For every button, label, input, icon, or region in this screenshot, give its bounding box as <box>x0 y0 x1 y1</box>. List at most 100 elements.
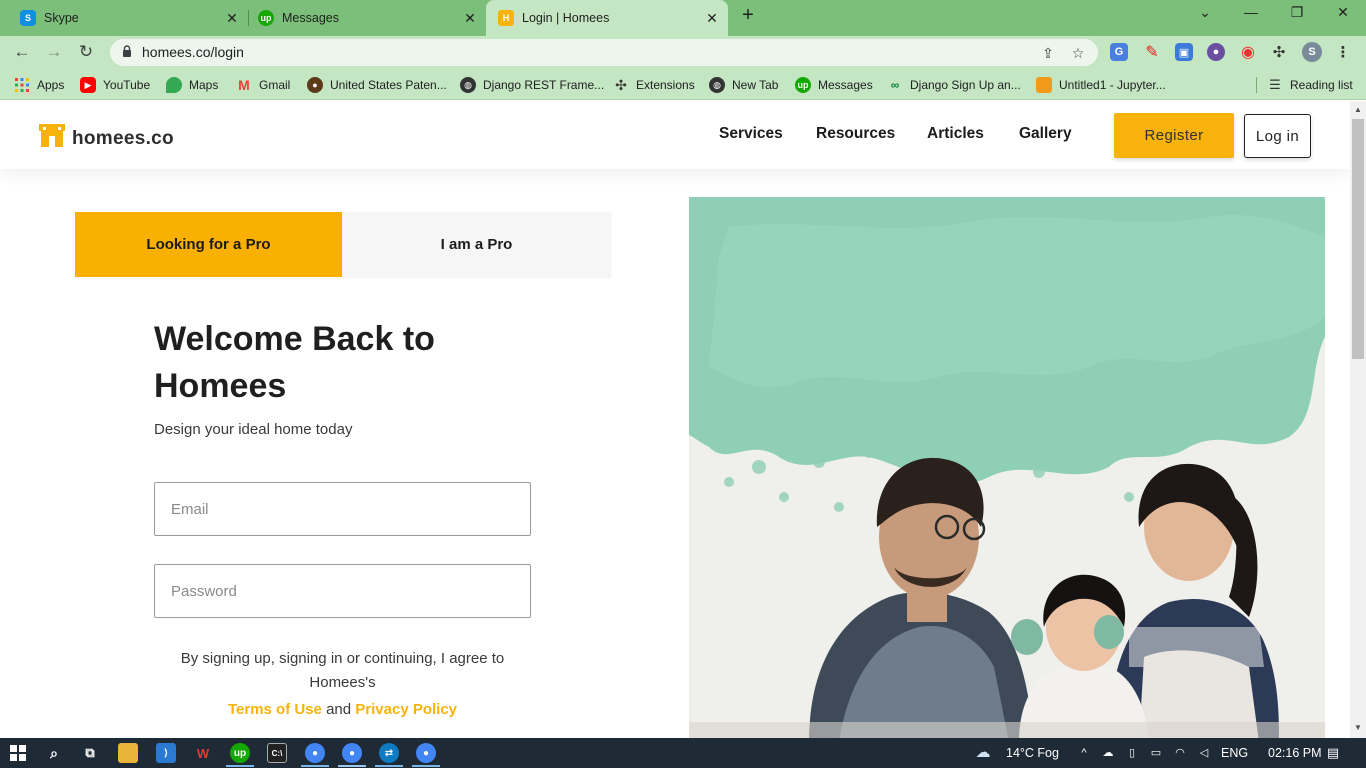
tab-search-icon[interactable]: ⌄ <box>1190 4 1220 28</box>
tab-skype[interactable]: S Skype ✕ <box>0 0 248 36</box>
battery-icon[interactable]: ▭ <box>1148 745 1164 761</box>
reading-list-button[interactable]: ☰ Reading list <box>1267 75 1353 95</box>
bookmark-label: Untitled1 - Jupyter... <box>1059 78 1166 92</box>
device-icon[interactable]: ▯ <box>1124 745 1140 761</box>
nav-articles[interactable]: Articles <box>927 125 984 143</box>
windows-start-icon[interactable] <box>8 743 28 763</box>
register-button[interactable]: Register <box>1114 113 1234 158</box>
lock-icon <box>123 45 131 57</box>
close-window-button[interactable]: ✕ <box>1328 4 1358 28</box>
and-text: and <box>326 701 352 718</box>
wps-icon[interactable]: W <box>193 743 213 763</box>
screen-extension-icon[interactable]: ▣ <box>1175 43 1193 61</box>
file-explorer-icon[interactable] <box>118 743 138 763</box>
chrome-icon[interactable]: ● <box>416 743 436 763</box>
password-field[interactable] <box>154 564 531 618</box>
terminal-icon[interactable]: C:\ <box>267 743 287 763</box>
globe-icon: ◍ <box>709 77 725 93</box>
weather-cloud-icon[interactable]: ☁ <box>975 745 991 761</box>
homees-icon: H <box>498 10 514 26</box>
chevron-up-icon[interactable]: ^ <box>1076 745 1092 761</box>
chrome-icon[interactable]: ● <box>342 743 362 763</box>
page-scrollbar[interactable]: ▲ ▼ <box>1350 101 1366 738</box>
bookmark-star-icon[interactable]: ☆ <box>1068 43 1088 63</box>
restore-button[interactable]: ❐ <box>1282 4 1312 28</box>
bookmark-apps[interactable]: Apps <box>14 75 64 95</box>
bookmarks-bar: Apps ▶ YouTube Maps M Gmail ● United Sta… <box>0 69 1366 100</box>
profile-extension-icon[interactable]: ● <box>1207 43 1225 61</box>
bookmark-label: Extensions <box>636 78 695 92</box>
legal-links: Terms of Use and Privacy Policy <box>154 701 531 718</box>
homees-logo[interactable]: homees.co <box>38 121 174 151</box>
onedrive-icon[interactable]: ☁ <box>1100 745 1116 761</box>
chrome-icon[interactable]: ● <box>305 743 325 763</box>
clock[interactable]: 02:16 PM <box>1268 746 1322 760</box>
email-field[interactable] <box>154 482 531 536</box>
profile-avatar[interactable]: S <box>1302 42 1322 62</box>
address-bar[interactable]: homees.co/login ⇪ ☆ <box>110 39 1098 66</box>
close-tab-icon[interactable]: ✕ <box>702 10 722 27</box>
skype-icon: S <box>20 10 36 26</box>
bookmark-label: Django Sign Up an... <box>910 78 1021 92</box>
tab-i-am-a-pro[interactable]: I am a Pro <box>342 212 611 277</box>
new-tab-button[interactable]: + <box>736 4 760 30</box>
extensions-puzzle-icon[interactable]: ✣ <box>1270 43 1288 61</box>
tab-title: Login | Homees <box>522 11 610 25</box>
tab-title: Skype <box>44 11 79 25</box>
bookmark-youtube[interactable]: ▶ YouTube <box>80 75 150 95</box>
bookmark-label: Messages <box>818 78 873 92</box>
minimize-button[interactable]: — <box>1236 4 1266 28</box>
bookmark-label: Gmail <box>259 78 291 92</box>
bookmark-label: Maps <box>189 78 219 92</box>
pen-extension-icon[interactable]: ✎ <box>1143 43 1161 61</box>
bookmark-gmail[interactable]: M Gmail <box>236 75 290 95</box>
bookmark-maps[interactable]: Maps <box>166 75 218 95</box>
login-button[interactable]: Log in <box>1244 114 1311 158</box>
translate-extension-icon[interactable]: G <box>1110 43 1128 61</box>
volume-icon[interactable]: ◁ <box>1196 745 1212 761</box>
bookmark-django-rest[interactable]: ◍ Django REST Frame... <box>460 75 604 95</box>
reload-button[interactable]: ↻ <box>74 40 98 64</box>
tab-messages[interactable]: up Messages ✕ <box>238 0 486 36</box>
vscode-icon[interactable]: ⟩ <box>156 743 176 763</box>
windows-taskbar: ⌕ ⧉ ⟩ W up C:\ ● ● ⇄ ● ☁ 14°C Fog ^ ☁ ▯ … <box>0 738 1366 768</box>
weather-text[interactable]: 14°C Fog <box>1006 746 1059 760</box>
tab-looking-for-a-pro[interactable]: Looking for a Pro <box>75 212 342 277</box>
browser-tab-strip: S Skype ✕ up Messages ✕ H Login | Homees… <box>0 0 1366 36</box>
upwork-icon[interactable]: up <box>230 743 250 763</box>
forward-button[interactable]: → <box>42 40 66 64</box>
task-view-icon[interactable]: ⧉ <box>80 743 100 763</box>
terms-of-use-link[interactable]: Terms of Use <box>228 701 322 718</box>
share-icon[interactable]: ⇪ <box>1038 43 1058 63</box>
nav-services[interactable]: Services <box>719 125 783 143</box>
bookmark-us-patents[interactable]: ● United States Paten... <box>307 75 447 95</box>
nav-resources[interactable]: Resources <box>816 125 895 143</box>
apps-grid-icon <box>14 77 30 93</box>
chrome-menu-icon[interactable]: ⋮ <box>1334 43 1352 61</box>
nav-gallery[interactable]: Gallery <box>1019 125 1072 143</box>
search-icon[interactable]: ⌕ <box>44 743 64 763</box>
bookmark-extensions[interactable]: ✣ Extensions <box>613 75 695 95</box>
scroll-thumb[interactable] <box>1352 119 1364 359</box>
bookmark-label: YouTube <box>103 78 151 92</box>
bookmark-label: United States Paten... <box>330 78 447 92</box>
bookmark-jupyter[interactable]: Untitled1 - Jupyter... <box>1036 75 1166 95</box>
privacy-policy-link[interactable]: Privacy Policy <box>355 701 457 718</box>
wifi-icon[interactable]: ◠ <box>1172 745 1188 761</box>
teamviewer-icon[interactable]: ⇄ <box>379 743 399 763</box>
bookmark-django-signup[interactable]: ∞ Django Sign Up an... <box>887 75 1021 95</box>
back-button[interactable]: ← <box>10 40 34 64</box>
scroll-up-icon[interactable]: ▲ <box>1353 105 1363 115</box>
bookmark-divider <box>1256 77 1257 93</box>
close-tab-icon[interactable]: ✕ <box>460 10 480 27</box>
bookmark-new-tab[interactable]: ◍ New Tab <box>709 75 778 95</box>
active-indicator <box>226 765 254 767</box>
notifications-icon[interactable]: ▤ <box>1325 745 1341 761</box>
bookmark-messages[interactable]: up Messages <box>795 75 873 95</box>
tab-login-homees[interactable]: H Login | Homees ✕ <box>486 0 728 36</box>
reading-list-label: Reading list <box>1290 78 1353 92</box>
record-extension-icon[interactable]: ◉ <box>1239 43 1257 61</box>
scroll-down-icon[interactable]: ▼ <box>1353 723 1363 733</box>
url-text: homees.co/login <box>142 44 244 60</box>
language-indicator[interactable]: ENG <box>1221 746 1248 760</box>
